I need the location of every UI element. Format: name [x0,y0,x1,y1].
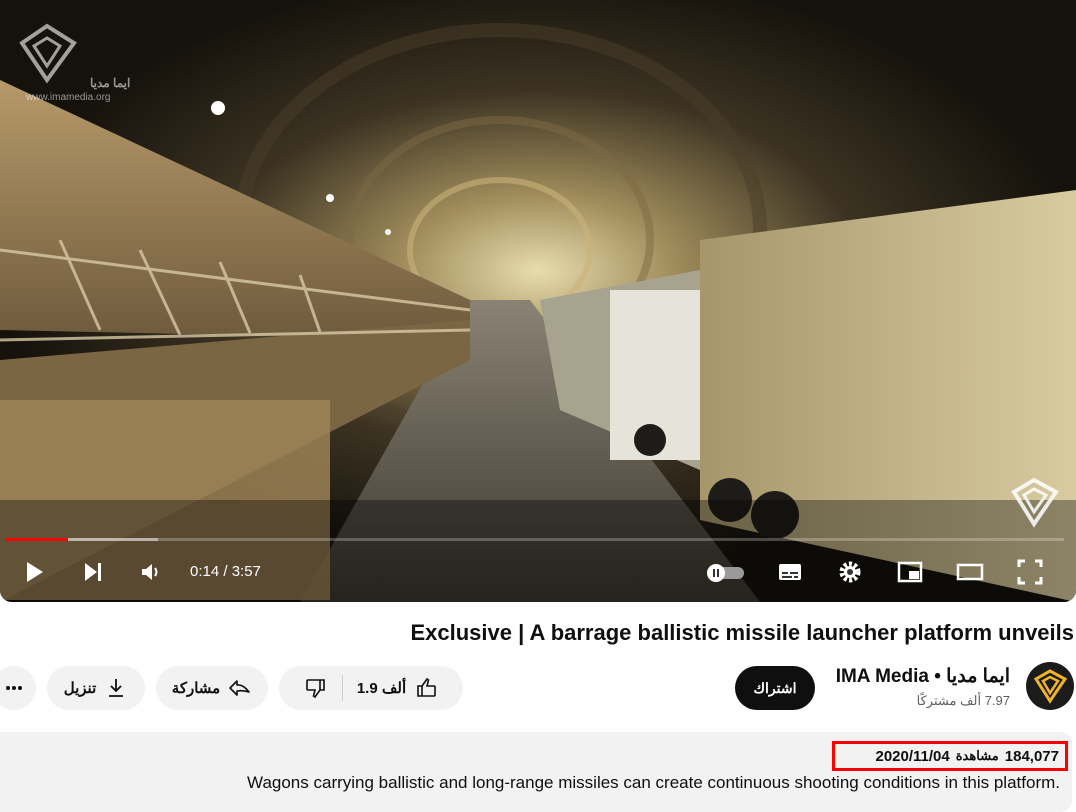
volume-icon [142,564,158,580]
watermark-name: ايما مديا [90,76,131,90]
more-actions-button[interactable] [0,666,36,710]
play-button[interactable] [18,556,50,588]
fullscreen-button[interactable] [1014,556,1046,588]
next-button[interactable] [77,556,109,588]
subscribe-button[interactable]: اشتراك [735,666,815,710]
video-title: Exclusive | A barrage ballistic missile … [410,620,1074,645]
ima-logo-icon [19,23,77,84]
view-count: 184,077 [1004,747,1059,765]
view-date-highlight: 2020/11/04 مشاهدة 184,077 [832,741,1068,771]
like-button[interactable]: 1.9 ألف [343,666,452,710]
progress-played [6,538,69,541]
theater-icon [956,563,984,581]
ima-corner-logo-icon [1011,477,1059,528]
channel-avatar[interactable] [1026,662,1074,710]
description-text: Wagons carrying ballistic and long-range… [247,773,1060,792]
like-dislike-group: 1.9 ألف [279,666,463,710]
like-count: 1.9 ألف [356,680,407,697]
channel-watermark: ايما مديا www.imamedia.org [12,18,132,108]
upload-date: 2020/11/04 [875,747,950,765]
thumbs-up-icon [417,677,436,697]
mute-button[interactable] [134,556,166,588]
video-player[interactable]: ايما مديا www.imamedia.org 0:14 / 3:57 [0,0,1076,602]
ima-avatar-logo-icon [1033,669,1068,704]
views-unit: مشاهدة [955,748,999,763]
video-frame [0,0,1076,602]
channel-name[interactable]: ايما مديا • IMA Media [836,665,1010,688]
dislike-button[interactable] [290,666,342,710]
download-label: تنزيل [63,680,97,697]
share-button[interactable]: مشاركة [156,666,268,710]
progress-bar[interactable] [6,538,1064,541]
subscriber-count: 7.97 ألف مشتركًا [916,693,1010,708]
miniplayer-icon [897,561,923,583]
skip-next-icon [85,563,101,581]
captions-button[interactable] [774,556,806,588]
miniplayer-button[interactable] [894,556,926,588]
download-icon [109,679,124,697]
play-icon [27,562,43,582]
fullscreen-icon [1017,559,1043,585]
watermark-url: www.imamedia.org [26,92,111,103]
download-button[interactable]: تنزيل [47,666,145,710]
thumbs-down-icon [306,679,325,699]
gear-icon [839,561,861,583]
share-icon [229,680,251,696]
theater-mode-button[interactable] [954,556,986,588]
more-horizontal-icon [6,686,22,690]
share-label: مشاركة [171,680,221,697]
subtitles-icon [779,564,801,580]
settings-button[interactable] [834,556,866,588]
autoplay-toggle[interactable] [704,556,748,588]
time-display: 0:14 / 3:57 [190,563,261,580]
autoplay-toggle-icon [707,564,744,582]
